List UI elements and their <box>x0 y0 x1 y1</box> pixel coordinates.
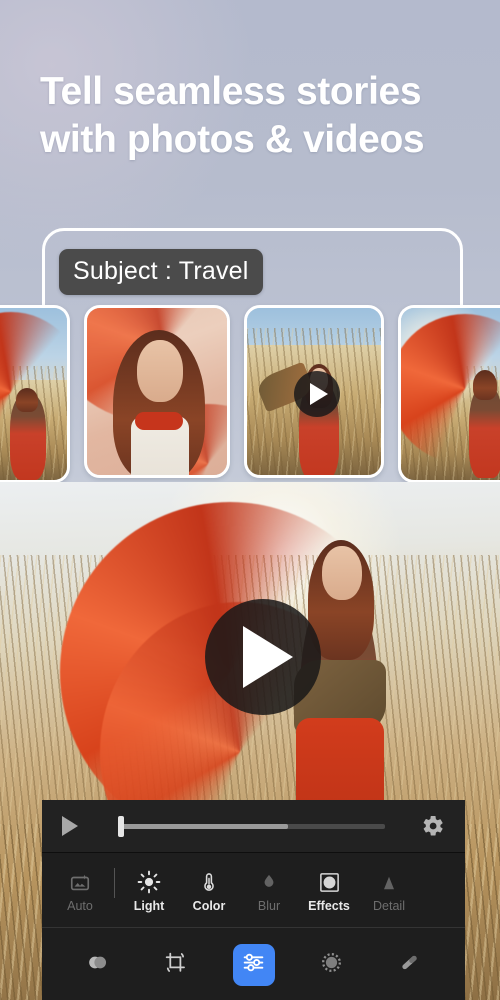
edit-tools-row[interactable]: Auto Light Color Blur Effects Detail <box>42 852 465 928</box>
tool-label: Color <box>192 898 226 913</box>
headline-line-1: Tell seamless stories <box>40 70 422 113</box>
crop-icon <box>163 950 188 980</box>
video-scrubber[interactable] <box>118 816 385 837</box>
tool-divider <box>114 868 115 898</box>
nav-healing[interactable] <box>389 944 431 986</box>
subject-chip[interactable]: Subject : Travel <box>59 249 263 295</box>
nav-crop[interactable] <box>155 944 197 986</box>
tool-label: Light <box>133 898 165 913</box>
tool-auto[interactable]: Auto <box>50 868 110 913</box>
droplet-icon <box>259 868 279 894</box>
hero-play-icon[interactable] <box>205 599 321 715</box>
thumbnail-filmstrip[interactable] <box>0 305 500 485</box>
list-item[interactable] <box>0 305 70 483</box>
healing-brush-icon <box>397 950 422 980</box>
auto-enhance-icon <box>69 868 91 894</box>
video-player-bar <box>42 800 465 852</box>
thumbnail-1-image <box>0 308 67 480</box>
tool-effects[interactable]: Effects <box>299 868 359 913</box>
bottom-nav[interactable] <box>42 928 465 1000</box>
sliders-icon <box>241 950 266 980</box>
scrubber-playhead[interactable] <box>118 816 124 837</box>
tool-detail[interactable]: Detail <box>359 868 419 913</box>
sun-icon <box>137 868 161 894</box>
tool-blur[interactable]: Blur <box>239 868 299 913</box>
triangle-icon <box>379 868 399 894</box>
tool-color[interactable]: Color <box>179 868 239 913</box>
tool-label: Blur <box>257 898 281 913</box>
thumbnail-2-image <box>87 308 227 475</box>
nav-retouch[interactable] <box>311 944 353 986</box>
nav-presets[interactable] <box>77 944 119 986</box>
play-icon[interactable] <box>62 816 78 836</box>
tool-label: Auto <box>67 898 93 913</box>
page-title: Tell seamless stories with photos & vide… <box>40 68 490 164</box>
tool-label: Effects <box>308 898 350 913</box>
editor-panel: Auto Light Color Blur Effects Detail <box>42 800 465 1000</box>
thumbnail-4-image <box>401 308 500 480</box>
tool-label: Detail <box>373 898 405 913</box>
thumbnail-play-icon[interactable] <box>294 371 340 417</box>
presets-icon <box>85 950 110 980</box>
headline-line-2: with photos & videos <box>40 118 425 161</box>
list-item[interactable] <box>398 305 500 483</box>
promo-screenshot: Tell seamless stories with photos & vide… <box>0 0 500 1000</box>
scrubber-buffered <box>119 824 288 829</box>
tool-light[interactable]: Light <box>119 868 179 913</box>
thermometer-icon <box>198 868 220 894</box>
retouch-icon <box>319 950 344 980</box>
list-item[interactable] <box>244 305 384 478</box>
gear-icon[interactable] <box>421 814 445 838</box>
vignette-icon <box>318 868 341 894</box>
list-item[interactable] <box>84 305 230 478</box>
nav-adjust[interactable] <box>232 943 275 986</box>
